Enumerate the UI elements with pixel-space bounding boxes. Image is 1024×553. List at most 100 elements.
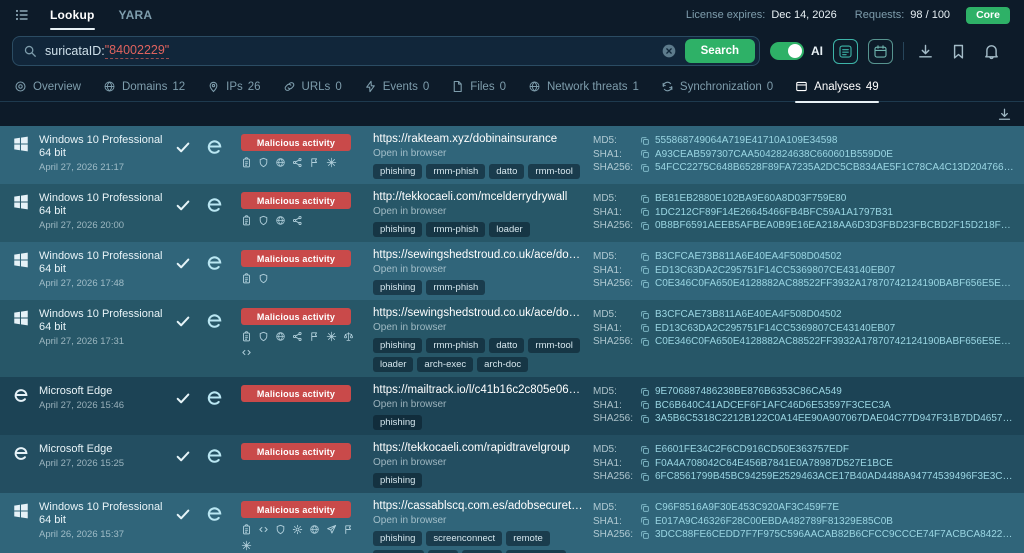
copy-icon[interactable] — [640, 516, 650, 526]
analysis-url[interactable]: https://mailtrack.io/l/c41b16c2c805e0667… — [373, 384, 583, 397]
analysis-row[interactable]: Windows 10 Professional 64 bit April 27,… — [0, 242, 1024, 300]
divider — [903, 42, 904, 60]
globe-icon — [275, 157, 286, 168]
tag-phishing[interactable]: phishing — [373, 338, 423, 353]
tab-label: Analyses — [814, 80, 861, 93]
hash-value: BC6B640C41ADCEF6F1AFC46D6E53597F3CEC3A — [655, 399, 891, 411]
tag-arch-doc[interactable]: arch-doc — [477, 357, 529, 372]
copy-icon[interactable] — [640, 414, 650, 424]
hash-line: SHA1: 1DC212CF89F14E26645466FB4BFC59A1A1… — [593, 206, 1016, 220]
hash-value: 3A5B6C5318C2212B122C0A14EE90A907067DAE04… — [655, 413, 1016, 424]
analysis-date: April 27, 2026 20:00 — [39, 220, 125, 231]
tag-rmm-phish[interactable]: rmm-phish — [426, 164, 486, 179]
tag-phishing[interactable]: phishing — [373, 222, 423, 237]
copy-icon[interactable] — [640, 221, 650, 231]
analysis-row[interactable]: Windows 10 Professional 64 bit April 27,… — [0, 126, 1024, 184]
tag-phishing[interactable]: phishing — [373, 473, 423, 488]
copy-icon[interactable] — [640, 323, 650, 333]
tag-loader[interactable]: loader — [489, 222, 530, 237]
nav-tab-yara[interactable]: YARA — [119, 0, 153, 30]
analysis-url[interactable]: https://sewingshedstroud.co.uk/ace/downl… — [373, 307, 583, 320]
overview-icon — [14, 80, 27, 93]
search-button[interactable]: Search — [684, 39, 755, 63]
nav-tab-lookup[interactable]: Lookup — [50, 0, 95, 30]
tab-label: IPs — [226, 80, 243, 93]
code-icon — [241, 347, 252, 358]
download-results-icon[interactable] — [997, 107, 1012, 122]
run-type-label: Open in browser — [373, 322, 447, 333]
copy-icon[interactable] — [640, 265, 650, 275]
tag-screenconnect[interactable]: screenconnect — [426, 531, 503, 546]
license-label: License expires: — [685, 9, 766, 21]
copy-icon[interactable] — [640, 337, 650, 347]
clear-search-icon[interactable] — [661, 43, 677, 59]
analysis-url[interactable]: http://tekkocaeli.com/mcelderrydrywall — [373, 191, 583, 204]
tag-phishing[interactable]: phishing — [373, 164, 423, 179]
run-type-label: Open in browser — [373, 457, 447, 468]
hash-value: 54FCC2275C648B6528F89FA7235A2DC5CB834AE5… — [655, 162, 1016, 173]
copy-icon[interactable] — [640, 458, 650, 468]
tag-rmm-phish[interactable]: rmm-phish — [426, 280, 486, 295]
copy-icon[interactable] — [640, 194, 650, 204]
copy-icon[interactable] — [640, 149, 650, 159]
tag-rmm-phish[interactable]: rmm-phish — [426, 222, 486, 237]
tag-remote[interactable]: remote — [506, 531, 550, 546]
tag-loader[interactable]: loader — [373, 357, 414, 372]
analysis-row[interactable]: Microsoft Edge April 27, 2026 15:25 Mali… — [0, 435, 1024, 493]
tab-analyses[interactable]: Analyses 49 — [795, 72, 880, 103]
hashes-cell: MD5: B3CFCAE73B811A6E40EA4F508D04502 SHA… — [593, 247, 1016, 291]
search-history-button[interactable] — [868, 38, 893, 64]
tag-phishing[interactable]: phishing — [373, 531, 423, 546]
tab-network-threats[interactable]: Network threats 1 — [528, 72, 639, 102]
tag-phishing[interactable]: phishing — [373, 280, 423, 295]
notifications-bell-icon[interactable] — [983, 43, 1000, 60]
hash-line: MD5: B3CFCAE73B811A6E40EA4F508D04502 — [593, 250, 1016, 264]
search-examples-button[interactable] — [833, 38, 858, 64]
tag-datto[interactable]: datto — [489, 338, 525, 353]
hash-value: 3DCC88FE6CEDD7F7F975C596AACAB82B6CFCC9CC… — [655, 529, 1016, 540]
export-icon[interactable] — [917, 43, 934, 60]
tab-urls[interactable]: URLs 0 — [283, 72, 342, 102]
analysis-row[interactable]: Windows 10 Professional 64 bit April 26,… — [0, 493, 1024, 553]
tag-arch-exec[interactable]: arch-exec — [417, 357, 474, 372]
tag-rmm-tool[interactable]: rmm-tool — [528, 338, 580, 353]
copy-icon[interactable] — [640, 279, 650, 289]
tab-domains[interactable]: Domains 12 — [103, 72, 185, 102]
copy-icon[interactable] — [640, 503, 650, 513]
analysis-date: April 26, 2026 15:37 — [39, 529, 125, 540]
copy-icon[interactable] — [640, 163, 650, 173]
ai-toggle[interactable] — [770, 42, 804, 60]
copy-icon[interactable] — [640, 472, 650, 482]
analysis-row[interactable]: Windows 10 Professional 64 bit April 27,… — [0, 300, 1024, 377]
tag-rmm-tool[interactable]: rmm-tool — [528, 164, 580, 179]
analysis-row[interactable]: Microsoft Edge April 27, 2026 15:46 Mali… — [0, 377, 1024, 435]
copy-icon[interactable] — [640, 252, 650, 262]
tab-files[interactable]: Files 0 — [451, 72, 506, 102]
copy-icon[interactable] — [640, 445, 650, 455]
browser-cell — [205, 131, 241, 159]
tag-datto[interactable]: datto — [489, 164, 525, 179]
tag-rmm-phish[interactable]: rmm-phish — [426, 338, 486, 353]
tab-synchronization[interactable]: Synchronization 0 — [661, 72, 773, 102]
copy-icon[interactable] — [640, 387, 650, 397]
analysis-row[interactable]: Windows 10 Professional 64 bit April 27,… — [0, 184, 1024, 242]
tab-ips[interactable]: IPs 26 — [207, 72, 261, 102]
copy-icon[interactable] — [640, 400, 650, 410]
copy-icon[interactable] — [640, 530, 650, 540]
analysis-url[interactable]: https://sewingshedstroud.co.uk/ace/downl… — [373, 249, 583, 262]
tag-phishing[interactable]: phishing — [373, 415, 423, 430]
copy-icon[interactable] — [640, 207, 650, 217]
tab-events[interactable]: Events 0 — [364, 72, 429, 102]
globe-icon — [309, 524, 320, 535]
analysis-url[interactable]: https://rakteam.xyz/dobinainsurance — [373, 133, 583, 146]
analysis-url[interactable]: https://cassablscq.com.es/adobsecuretaxd… — [373, 500, 583, 513]
bookmark-icon[interactable] — [950, 43, 967, 60]
artifact-icons — [241, 524, 357, 551]
artifact-icons — [241, 157, 357, 168]
copy-icon[interactable] — [640, 310, 650, 320]
copy-icon[interactable] — [640, 136, 650, 146]
analysis-url[interactable]: https://tekkocaeli.com/rapidtravelgroup — [373, 442, 583, 455]
search-input[interactable]: suricataID: "84002229" Search — [12, 36, 760, 66]
menu-icon[interactable] — [14, 7, 30, 23]
tab-overview[interactable]: Overview — [14, 72, 81, 102]
